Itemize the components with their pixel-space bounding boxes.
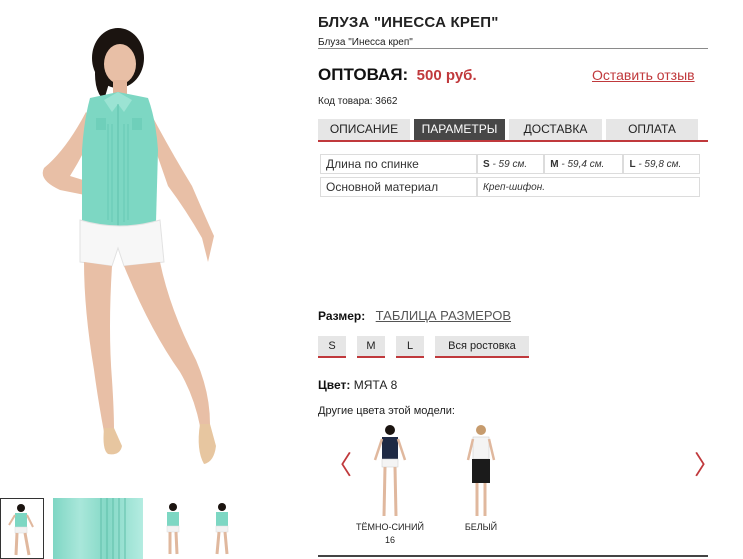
param-size-label: M xyxy=(550,158,559,170)
thumbnail-figure-icon xyxy=(215,503,229,555)
size-button-l[interactable]: L xyxy=(396,336,424,358)
price-value: 500 руб. xyxy=(416,67,477,84)
product-title: БЛУЗА "ИНЕССА КРЕП" xyxy=(318,14,499,31)
param-size-value: - 59 см. xyxy=(489,158,528,170)
tab-delivery[interactable]: ДОСТАВКА xyxy=(509,119,602,140)
leave-review-link[interactable]: Оставить отзыв xyxy=(592,67,695,83)
table-row: Основной материал Креп-шифон. xyxy=(320,177,700,197)
size-button-all[interactable]: Вся ростовка xyxy=(435,336,529,358)
swatch-caption: БЕЛЫЙ xyxy=(464,522,498,532)
size-button-m[interactable]: M xyxy=(357,336,385,358)
swatch-caption-number: 16 xyxy=(384,535,395,545)
thumbnail-1[interactable] xyxy=(0,498,44,559)
tab-payment[interactable]: ОПЛАТА xyxy=(606,119,698,140)
price-label: ОПТОВАЯ: xyxy=(318,65,409,84)
thumbnail-figure-icon xyxy=(8,504,34,556)
param-name: Основной материал xyxy=(320,177,477,197)
product-tabs: ОПИСАНИЕ ПАРАМЕТРЫ ДОСТАВКА ОПЛАТА xyxy=(318,119,708,141)
fabric-pleats-icon xyxy=(100,498,126,559)
bottom-divider xyxy=(318,555,708,557)
size-label: Размер: xyxy=(318,309,366,323)
color-label: Цвет: xyxy=(318,378,351,392)
main-product-photo[interactable] xyxy=(0,0,305,492)
tab-description[interactable]: ОПИСАНИЕ xyxy=(318,119,410,140)
product-sku: Код товара: 3662 xyxy=(318,96,398,107)
table-row: Длина по спинке S - 59 см. M - 59,4 см. … xyxy=(320,154,700,174)
color-value: МЯТА 8 xyxy=(353,378,398,392)
thumbnail-4[interactable] xyxy=(200,498,244,559)
chevron-right-icon[interactable]: 〉 xyxy=(694,453,720,479)
size-table-link[interactable]: ТАБЛИЦА РАЗМЕРОВ xyxy=(376,308,511,323)
product-subtitle: Блуза "Инесса креп" xyxy=(318,37,413,48)
param-value: Креп-шифон. xyxy=(477,177,700,197)
title-divider xyxy=(318,48,708,49)
thumbnail-strip xyxy=(0,498,305,559)
thumbnail-3[interactable] xyxy=(152,498,196,559)
swatch-figure-icon xyxy=(373,425,407,517)
param-value-m: M - 59,4 см. xyxy=(544,154,624,174)
param-value-s: S - 59 см. xyxy=(477,154,545,174)
tab-parameters[interactable]: ПАРАМЕТРЫ xyxy=(414,119,505,140)
model-photo-illustration xyxy=(42,28,216,464)
param-name: Длина по спинке xyxy=(320,154,477,174)
chevron-left-icon[interactable]: 〈 xyxy=(326,453,352,479)
param-size-value: - 59,8 см. xyxy=(635,158,682,170)
color-row: Цвет: МЯТА 8 xyxy=(318,378,397,392)
size-button-s[interactable]: S xyxy=(318,336,346,358)
price-row: ОПТОВАЯ: 500 руб. xyxy=(318,65,477,85)
param-size-value: - 59,4 см. xyxy=(558,158,605,170)
parameters-table: Длина по спинке S - 59 см. M - 59,4 см. … xyxy=(320,151,700,200)
other-colors-label: Другие цвета этой модели: xyxy=(318,405,455,417)
color-swatch-navy[interactable]: ТЁМНО-СИНИЙ 16 xyxy=(352,420,428,546)
param-value-l: L - 59,8 см. xyxy=(623,154,700,174)
color-swatch-white[interactable]: БЕЛЫЙ xyxy=(452,420,510,533)
swatch-figure-icon xyxy=(466,425,496,516)
tabs-underline xyxy=(318,140,708,142)
thumbnail-2-fabric-closeup[interactable] xyxy=(53,498,143,559)
swatch-caption: ТЁМНО-СИНИЙ xyxy=(356,522,424,532)
size-row: Размер: ТАБЛИЦА РАЗМЕРОВ xyxy=(318,307,511,325)
thumbnail-figure-icon xyxy=(166,503,180,555)
param-size-label: S xyxy=(483,158,490,170)
